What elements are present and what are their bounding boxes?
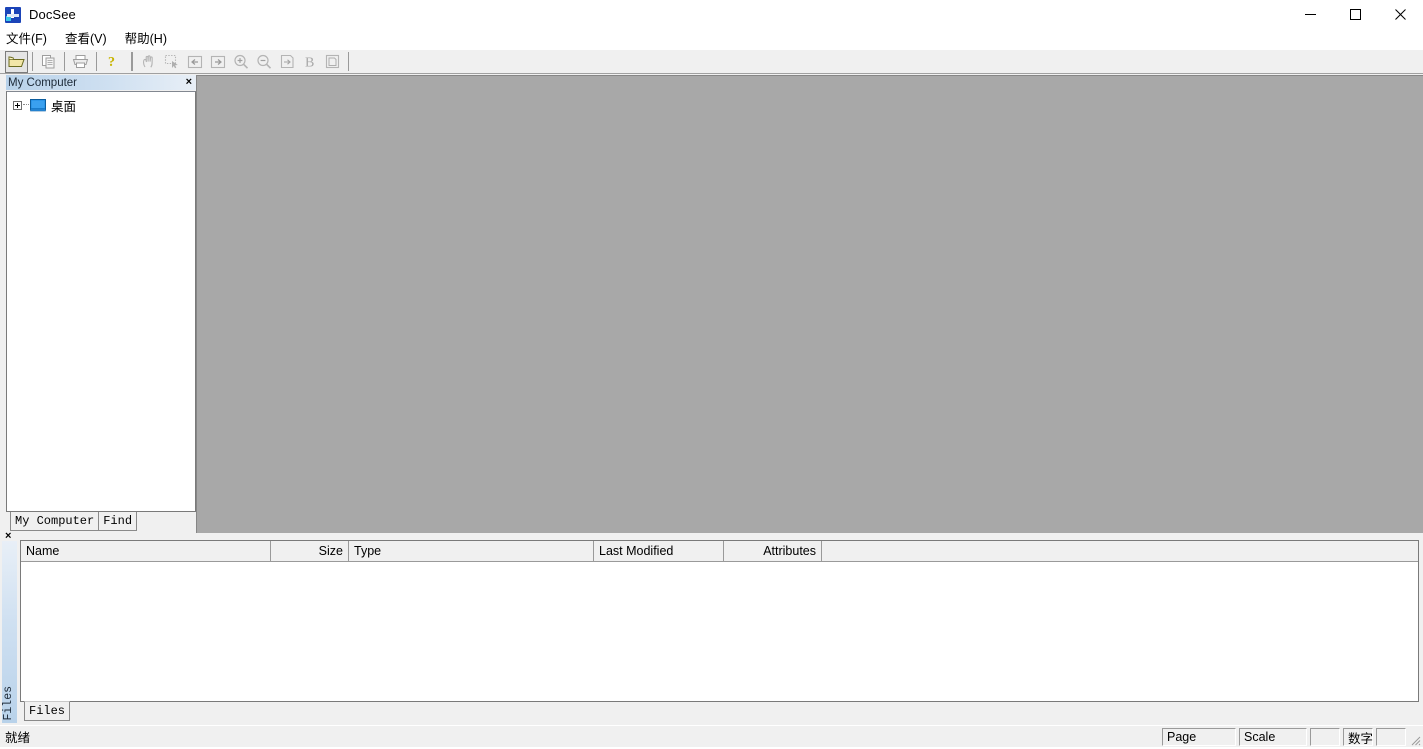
status-panes: Page Scale 数字 <box>1162 728 1409 746</box>
toolbar-copy[interactable] <box>37 51 60 73</box>
horizontal-splitter[interactable] <box>0 533 1423 540</box>
column-header-type[interactable]: Type <box>349 541 594 561</box>
menu-view[interactable]: 查看(V) <box>65 29 116 49</box>
docsee-app-icon <box>5 6 21 23</box>
window-controls <box>1288 0 1423 29</box>
toolbar-separator-2 <box>64 52 65 71</box>
files-list-wrap: Name Size Type Last Modified Attributes … <box>20 540 1419 723</box>
toolbar-separator-1 <box>32 52 33 71</box>
column-header-filler <box>822 541 1418 561</box>
files-pane-close-icon[interactable]: × <box>5 530 11 542</box>
toolbar-select[interactable] <box>160 51 183 73</box>
document-client-area[interactable] <box>196 75 1423 533</box>
pane-close-icon[interactable]: × <box>186 76 192 88</box>
tree-item-desktop[interactable]: 桌面 <box>7 96 195 114</box>
status-bar: 就绪 Page Scale 数字 <box>0 725 1423 747</box>
files-list-body[interactable] <box>21 562 1418 701</box>
toolbar-open[interactable] <box>5 50 28 73</box>
files-pane-caption: × Files <box>2 530 17 723</box>
svg-text:B: B <box>305 56 314 70</box>
toolbar-forward[interactable] <box>206 51 229 73</box>
column-header-name[interactable]: Name <box>21 541 271 561</box>
toolbar-page[interactable] <box>321 51 344 73</box>
status-message: 就绪 <box>5 731 31 745</box>
computer-tree[interactable]: 桌面 <box>6 91 196 512</box>
toolbar-pan[interactable] <box>137 51 160 73</box>
menu-bar: 文件(F) 查看(V) 帮助(H) <box>0 29 1423 49</box>
files-list-header: Name Size Type Last Modified Attributes <box>21 541 1418 562</box>
files-pane-caption-label: Files <box>2 686 15 721</box>
toolbar-back[interactable] <box>183 51 206 73</box>
tab-find[interactable]: Find <box>98 511 138 531</box>
docsee-window: DocSee 文件(F) 查看(V) 帮助(H) ? B My Computer… <box>0 0 1423 749</box>
desktop-monitor-icon <box>30 98 46 112</box>
column-header-attributes[interactable]: Attributes <box>724 541 822 561</box>
toolbar-bold[interactable]: B <box>298 51 321 73</box>
status-page: Page <box>1162 728 1236 746</box>
tab-my-computer[interactable]: My Computer <box>10 511 99 531</box>
menu-help[interactable]: 帮助(H) <box>125 29 176 49</box>
status-blank-2 <box>1376 728 1406 746</box>
toolbar: ? B <box>0 49 1423 74</box>
files-pane-tabs: Files <box>20 701 1419 723</box>
toolbar-fit[interactable] <box>275 51 298 73</box>
tab-files[interactable]: Files <box>24 701 71 721</box>
tree-item-label: 桌面 <box>51 99 77 114</box>
main-region: My Computer × 桌面 My Computer Find <box>0 74 1423 533</box>
tree-expander-icon[interactable] <box>13 100 22 110</box>
tree-connector-line <box>23 104 29 106</box>
column-header-last-modified[interactable]: Last Modified <box>594 541 724 561</box>
toolbar-zoom-out[interactable] <box>252 51 275 73</box>
resize-grip-icon[interactable] <box>1409 733 1421 746</box>
files-pane: × Files Name Size Type Last Modified Att… <box>0 530 1423 725</box>
pane-caption-label: My Computer <box>8 76 78 89</box>
title-bar: DocSee <box>0 0 1423 29</box>
status-num: 数字 <box>1343 728 1373 746</box>
files-list[interactable]: Name Size Type Last Modified Attributes <box>20 540 1419 702</box>
svg-text:?: ? <box>108 55 115 69</box>
toolbar-separator-3 <box>96 52 97 71</box>
toolbar-zoom-in[interactable] <box>229 51 252 73</box>
my-computer-pane-caption: My Computer × <box>6 75 196 90</box>
toolbar-separator-6 <box>348 52 349 71</box>
toolbar-print[interactable] <box>69 51 92 73</box>
maximize-icon[interactable] <box>1333 0 1378 29</box>
left-pane-tabs: My Computer Find <box>6 511 196 533</box>
toolbar-help[interactable]: ? <box>101 51 124 73</box>
minimize-icon[interactable] <box>1288 0 1333 29</box>
close-icon[interactable] <box>1378 0 1423 29</box>
toolbar-separator-5 <box>132 52 133 71</box>
status-blank-1 <box>1310 728 1340 746</box>
window-title: DocSee <box>29 7 76 22</box>
status-scale: Scale <box>1239 728 1307 746</box>
menu-file[interactable]: 文件(F) <box>6 29 56 49</box>
my-computer-pane: My Computer × 桌面 My Computer Find <box>0 74 196 533</box>
column-header-size[interactable]: Size <box>271 541 349 561</box>
